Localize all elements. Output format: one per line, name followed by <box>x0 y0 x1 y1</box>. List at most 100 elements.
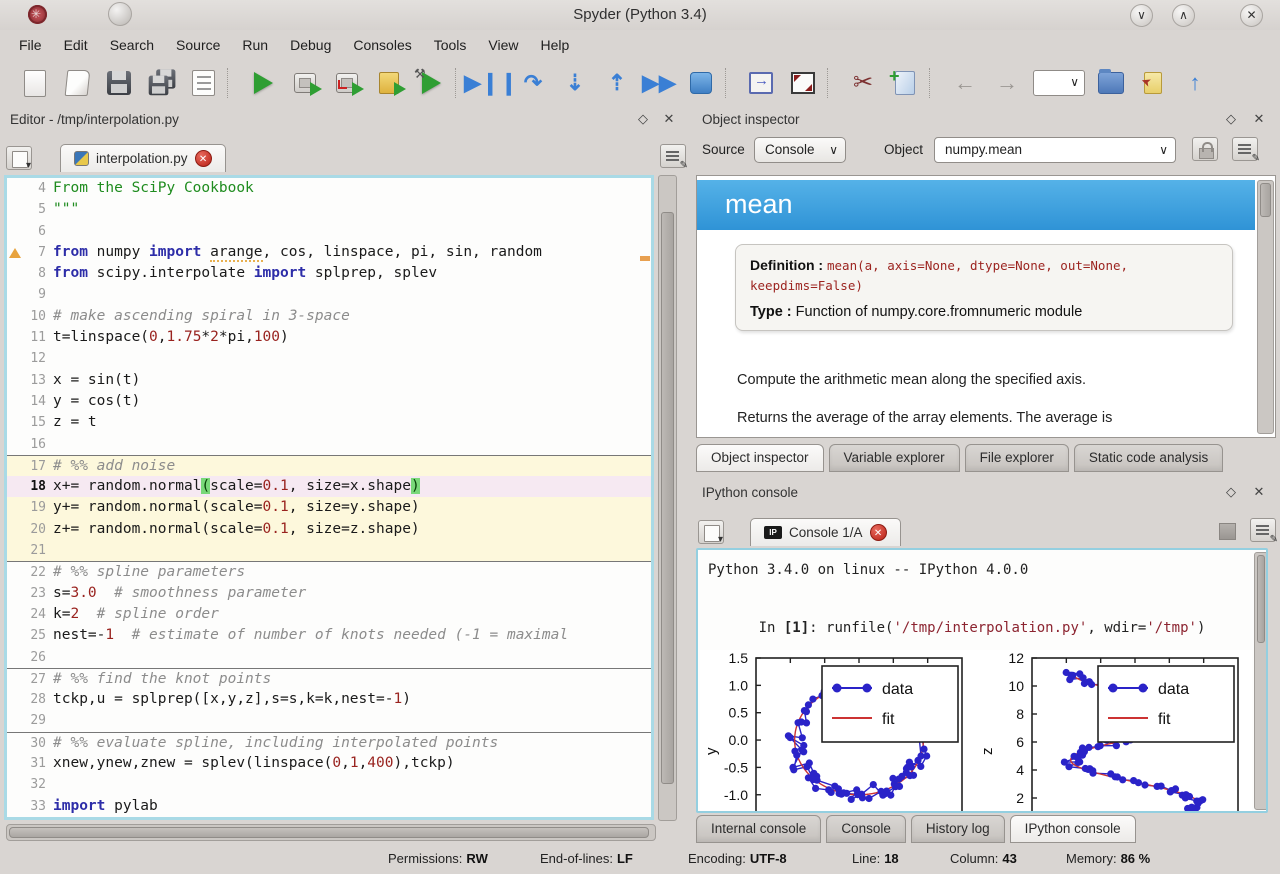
outline-button[interactable] <box>182 64 224 102</box>
editor-horizontal-scrollbar[interactable] <box>6 824 656 841</box>
browse-directory-button[interactable] <box>1090 64 1132 102</box>
editor-vertical-scrollbar[interactable] <box>658 175 677 821</box>
object-inspector-close-icon[interactable]: ✕ <box>1250 111 1268 127</box>
code-line[interactable]: 26 <box>7 647 651 668</box>
code-line[interactable]: 4From the SciPy Cookbook <box>7 178 651 199</box>
menu-edit[interactable]: Edit <box>55 33 101 57</box>
code-line[interactable]: 30# %% evaluate spline, including interp… <box>7 732 651 753</box>
code-line[interactable]: 28tckp,u = splprep([x,y,z],s=s,k=k,nest=… <box>7 689 651 710</box>
back-button[interactable]: ← <box>944 64 986 102</box>
lock-icon[interactable] <box>1192 137 1218 161</box>
tab-ipython-console[interactable]: IPython console <box>1010 815 1136 843</box>
forward-button[interactable]: → <box>986 64 1028 102</box>
tools-button[interactable]: ✂ <box>842 64 884 102</box>
console-close-icon[interactable]: ✕ <box>1250 484 1268 500</box>
step-out-button[interactable]: ⇡ <box>596 64 638 102</box>
step-into-button[interactable]: ⇣ <box>554 64 596 102</box>
code-line[interactable]: 21 <box>7 540 651 561</box>
code-line[interactable]: 8from scipy.interpolate import splprep, … <box>7 263 651 284</box>
editor-list-button[interactable] <box>660 144 686 168</box>
code-line[interactable]: 31xnew,ynew,znew = splev(linspace(0,1,40… <box>7 753 651 774</box>
maximize-pane-button[interactable] <box>740 64 782 102</box>
parent-directory-button[interactable]: ↑ <box>1174 64 1216 102</box>
browse-tabs-button[interactable] <box>6 146 32 170</box>
debug-button[interactable]: ▶❙❙ <box>470 64 512 102</box>
code-line[interactable]: 11t=linspace(0,1.75*2*pi,100) <box>7 327 651 348</box>
code-line[interactable]: 15z = t <box>7 412 651 433</box>
code-line[interactable]: 12 <box>7 348 651 369</box>
code-line[interactable]: 27# %% find the knot points <box>7 668 651 689</box>
open-file-button[interactable] <box>56 64 98 102</box>
configure-run-button[interactable]: ⚒ <box>410 64 452 102</box>
console-browse-tabs-button[interactable] <box>698 520 724 544</box>
menu-search[interactable]: Search <box>101 33 167 57</box>
editor-tab[interactable]: interpolation.py ✕ <box>60 144 226 172</box>
tab-static-code-analysis[interactable]: Static code analysis <box>1074 444 1223 472</box>
code-line[interactable]: 20z+= random.normal(scale=0.1, size=z.sh… <box>7 519 651 540</box>
code-line[interactable]: 17# %% add noise <box>7 455 651 476</box>
code-line[interactable]: 33import pylab <box>7 796 651 817</box>
code-line[interactable]: 25nest=-1 # estimate of number of knots … <box>7 625 651 646</box>
menu-debug[interactable]: Debug <box>281 33 344 57</box>
run-button[interactable] <box>242 64 284 102</box>
rerun-cell-button[interactable] <box>326 64 368 102</box>
close-button[interactable]: ✕ <box>1240 4 1263 27</box>
menu-run[interactable]: Run <box>233 33 281 57</box>
console-tab[interactable]: Console 1/A ✕ <box>750 518 901 546</box>
console-output[interactable]: Python 3.4.0 on linux -- IPython 4.0.0 I… <box>696 548 1268 813</box>
run-cell-button[interactable] <box>284 64 326 102</box>
tab-internal-console[interactable]: Internal console <box>696 815 821 843</box>
code-line[interactable]: 5""" <box>7 199 651 220</box>
tab-close-icon[interactable]: ✕ <box>195 150 212 167</box>
code-line[interactable]: 19y+= random.normal(scale=0.1, size=y.sh… <box>7 497 651 518</box>
code-editor[interactable]: 4From the SciPy Cookbook5"""67from numpy… <box>4 175 654 820</box>
tab-console[interactable]: Console <box>826 815 906 843</box>
editor-options-icon[interactable]: ◇ <box>634 111 652 127</box>
code-line[interactable]: 6 <box>7 221 651 242</box>
working-directory-combo[interactable] <box>1028 64 1090 102</box>
code-line[interactable]: 13x = sin(t) <box>7 370 651 391</box>
continue-button[interactable]: ▶▶ <box>638 64 680 102</box>
object-inspector-options-icon[interactable]: ◇ <box>1222 111 1240 127</box>
menu-consoles[interactable]: Consoles <box>344 33 424 57</box>
code-line[interactable]: 7from numpy import arange, cos, linspace… <box>7 242 651 263</box>
run-selection-button[interactable] <box>368 64 410 102</box>
console-list-button[interactable] <box>1250 518 1276 542</box>
source-combo[interactable]: Console <box>754 137 846 163</box>
code-line[interactable]: 32 <box>7 774 651 795</box>
menu-tools[interactable]: Tools <box>425 33 480 57</box>
code-line[interactable]: 10# make ascending spiral in 3-space <box>7 306 651 327</box>
code-line[interactable]: 9 <box>7 284 651 305</box>
object-inspector-list-button[interactable] <box>1232 137 1258 161</box>
console-options-icon[interactable]: ◇ <box>1222 484 1240 500</box>
new-file-button[interactable] <box>14 64 56 102</box>
menu-help[interactable]: Help <box>532 33 583 57</box>
save-all-button[interactable] <box>140 64 182 102</box>
code-line[interactable]: 29 <box>7 710 651 731</box>
stop-debug-button[interactable] <box>680 64 722 102</box>
object-combo[interactable]: numpy.mean <box>934 137 1176 163</box>
maximize-button[interactable]: ∧ <box>1172 4 1195 27</box>
code-line[interactable]: 22# %% spline parameters <box>7 561 651 582</box>
doc-vertical-scrollbar[interactable] <box>1257 180 1274 434</box>
code-line[interactable]: 14y = cos(t) <box>7 391 651 412</box>
fullscreen-button[interactable] <box>782 64 824 102</box>
code-line[interactable]: 18x+= random.normal(scale=0.1, size=x.sh… <box>7 476 651 497</box>
save-button[interactable] <box>98 64 140 102</box>
step-over-button[interactable]: ↷ <box>512 64 554 102</box>
file-switcher-button[interactable] <box>884 64 926 102</box>
code-line[interactable]: 23s=3.0 # smoothness parameter <box>7 583 651 604</box>
pythonpath-button[interactable] <box>1132 64 1174 102</box>
console-tab-close-icon[interactable]: ✕ <box>870 524 887 541</box>
menu-source[interactable]: Source <box>167 33 233 57</box>
menu-file[interactable]: File <box>10 33 55 57</box>
code-line[interactable]: 16 <box>7 434 651 455</box>
tab-file-explorer[interactable]: File explorer <box>965 444 1069 472</box>
code-line[interactable]: 24k=2 # spline order <box>7 604 651 625</box>
tab-history-log[interactable]: History log <box>911 815 1005 843</box>
tab-variable-explorer[interactable]: Variable explorer <box>829 444 960 472</box>
menu-view[interactable]: View <box>479 33 531 57</box>
minimize-button[interactable]: ∨ <box>1130 4 1153 27</box>
tab-object-inspector[interactable]: Object inspector <box>696 444 824 472</box>
editor-close-icon[interactable]: ✕ <box>660 111 678 127</box>
